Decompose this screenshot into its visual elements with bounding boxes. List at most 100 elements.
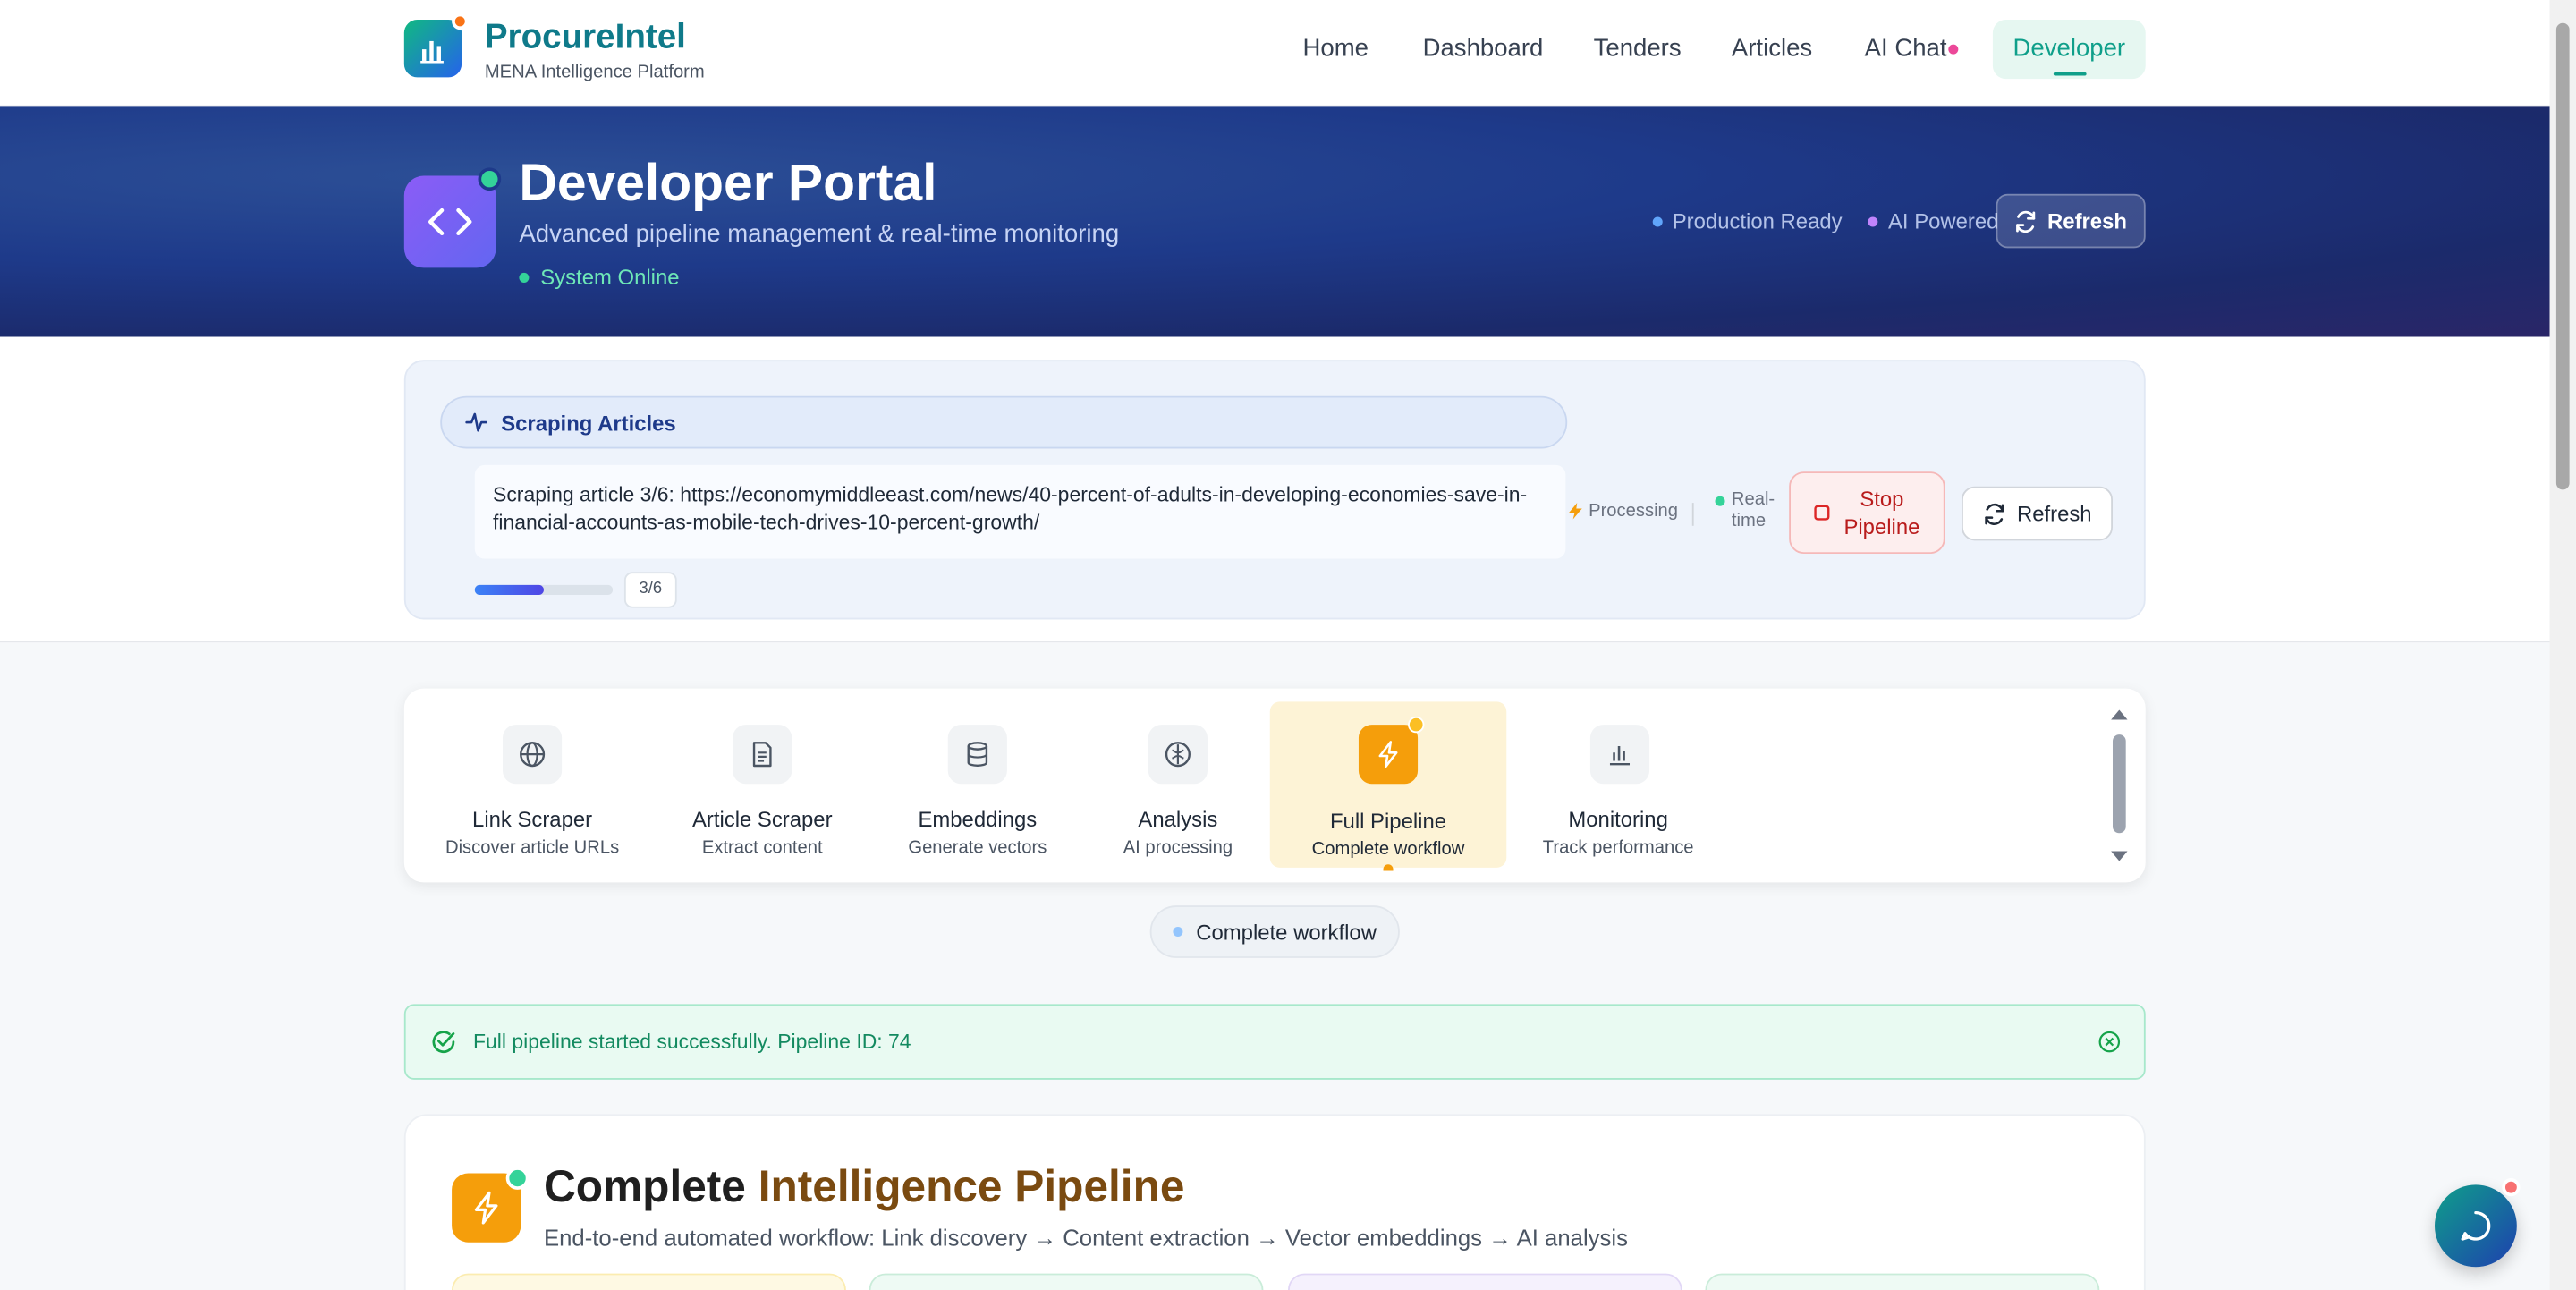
workflow-dot	[1173, 927, 1183, 938]
tab-label: Monitoring	[1568, 806, 1668, 832]
tab-active-indicator	[1383, 864, 1394, 871]
system-status-label: System Online	[540, 264, 680, 290]
nav-ai-chat[interactable]: AI Chat	[1865, 20, 1947, 79]
tab-description: Extract content	[701, 837, 823, 858]
page-scrollbar[interactable]	[2549, 0, 2576, 1290]
tab-description: Discover article URLs	[445, 837, 620, 858]
workflow-pill-label: Complete workflow	[1196, 919, 1377, 945]
tab-active-badge	[1408, 716, 1425, 734]
nav-home[interactable]: Home	[1303, 20, 1368, 79]
chat-notification-dot	[2502, 1178, 2521, 1197]
workflow-pill: Complete workflow	[1149, 905, 1400, 958]
page: ProcureIntel MENA Intelligence Platform …	[0, 0, 2576, 1290]
realtime-label-line2: time	[1731, 511, 1767, 531]
lightning-icon	[1569, 503, 1582, 520]
tab-description: Track performance	[1542, 837, 1694, 858]
nav-tenders[interactable]: Tenders	[1594, 20, 1682, 79]
badge-dot	[1868, 216, 1878, 226]
hero-banner: Developer Portal Advanced pipeline manag…	[0, 106, 2550, 337]
success-alert: Full pipeline started successfully. Pipe…	[403, 1004, 2146, 1080]
badge-production-ready: Production Ready	[1672, 208, 1843, 233]
realtime-label-line1: Real-	[1731, 489, 1775, 510]
stage-card	[1705, 1273, 2100, 1290]
success-alert-message: Full pipeline started successfully. Pipe…	[472, 1030, 911, 1054]
chat-button[interactable]	[2434, 1184, 2517, 1268]
page-scroll-thumb[interactable]	[2555, 22, 2570, 490]
tab-label: Article Scraper	[691, 806, 833, 832]
hero-refresh-label: Refresh	[2047, 208, 2127, 233]
logo[interactable]	[403, 20, 462, 78]
status-refresh-button[interactable]: Refresh	[1962, 486, 2113, 541]
refresh-icon	[2016, 209, 2036, 233]
realtime-label: Real-time	[1732, 489, 1775, 532]
tab-description: AI processing	[1123, 837, 1233, 858]
scrape-status-heading: Scraping Articles	[501, 410, 676, 435]
stop-pipeline-button[interactable]: Stop Pipeline	[1789, 471, 1945, 555]
scroll-up-icon[interactable]	[2109, 709, 2129, 722]
processing-indicator: Processing	[1567, 501, 1678, 521]
tab-article-scraper[interactable]: Article Scraper Extract content	[670, 701, 854, 868]
tabs-scroll-thumb[interactable]	[2112, 734, 2126, 834]
ai-chat-indicator-dot	[1948, 44, 1959, 55]
hero-refresh-button[interactable]: Refresh	[1996, 193, 2146, 249]
stage-card	[452, 1273, 846, 1290]
nav-developer[interactable]: Developer	[1992, 20, 2146, 80]
section-title: Complete Intelligence Pipeline	[544, 1162, 1185, 1213]
tab-monitoring[interactable]: Monitoring Track performance	[1528, 701, 1708, 868]
nav-active-underline	[2053, 72, 2087, 76]
tab-description: Complete workflow	[1311, 839, 1465, 860]
lightning-icon	[1358, 725, 1419, 785]
activity-icon	[465, 412, 487, 432]
bar-chart-icon	[419, 40, 443, 63]
processing-label: Processing	[1589, 501, 1679, 522]
brain-icon	[1148, 725, 1208, 785]
status-refresh-label: Refresh	[2016, 501, 2092, 526]
scrape-progress-fill	[474, 584, 544, 595]
page-title: Developer Portal	[519, 152, 937, 212]
scrape-status-card: Scraping Articles Scraping article 3/6: …	[403, 360, 2146, 620]
nav-dashboard[interactable]: Dashboard	[1423, 20, 1544, 79]
tab-label: Link Scraper	[472, 806, 593, 832]
globe-icon	[503, 725, 563, 785]
realtime-dot	[1715, 496, 1725, 506]
scrape-status-header: Scraping Articles	[440, 395, 1568, 449]
nav-articles[interactable]: Articles	[1732, 20, 1812, 79]
status-dot	[519, 272, 530, 283]
logo-notification-dot	[452, 13, 469, 30]
bar-chart-icon	[1589, 725, 1650, 785]
badge-dot	[1652, 216, 1663, 226]
brand-subtitle: MENA Intelligence Platform	[484, 62, 705, 82]
tab-description: Generate vectors	[908, 837, 1047, 858]
tab-embeddings[interactable]: Embeddings Generate vectors	[886, 701, 1070, 868]
badge-ai-powered: AI Powered	[1887, 208, 1999, 233]
tab-label: Analysis	[1138, 806, 1218, 832]
scrape-progress-bar	[474, 584, 614, 595]
code-icon	[428, 208, 472, 236]
hero-badges: Production Ready AI Powered	[1652, 208, 1999, 233]
close-icon[interactable]	[2097, 1031, 2121, 1054]
stop-label-line1: Stop	[1860, 486, 1904, 512]
tab-link-scraper[interactable]: Link Scraper Discover article URLs	[440, 701, 624, 868]
stop-label-line2: Pipeline	[1843, 513, 1920, 539]
scroll-down-icon[interactable]	[2109, 850, 2129, 863]
section-title-part2: Intelligence Pipeline	[758, 1161, 1185, 1211]
stage-card	[869, 1273, 1264, 1290]
tabs-scrollbar[interactable]	[2109, 709, 2129, 863]
page-subtitle: Advanced pipeline management & real-time…	[519, 220, 1120, 249]
section-subtitle: End-to-end automated workflow: Link disc…	[543, 1224, 1628, 1251]
tab-analysis[interactable]: Analysis AI processing	[1086, 701, 1270, 868]
top-navbar: ProcureIntel MENA Intelligence Platform …	[0, 0, 2550, 107]
tab-full-pipeline[interactable]: Full Pipeline Complete workflow	[1269, 701, 1507, 871]
divider	[1691, 503, 1694, 526]
database-icon	[947, 725, 1007, 785]
pipeline-section: Complete Intelligence Pipeline End-to-en…	[403, 1114, 2146, 1290]
tab-label: Embeddings	[918, 806, 1038, 832]
section-title-part1: Complete	[543, 1161, 758, 1211]
hero-icon	[403, 175, 496, 268]
document-icon	[733, 725, 792, 785]
pipeline-tabs: Link Scraper Discover article URLs Artic…	[403, 688, 2146, 883]
scrape-status-message: Scraping article 3/6: https://economymid…	[474, 464, 1566, 559]
pipeline-status-band: Scraping Articles Scraping article 3/6: …	[0, 336, 2550, 643]
stage-card	[1287, 1273, 1682, 1290]
realtime-indicator: Real-time	[1715, 489, 1775, 532]
